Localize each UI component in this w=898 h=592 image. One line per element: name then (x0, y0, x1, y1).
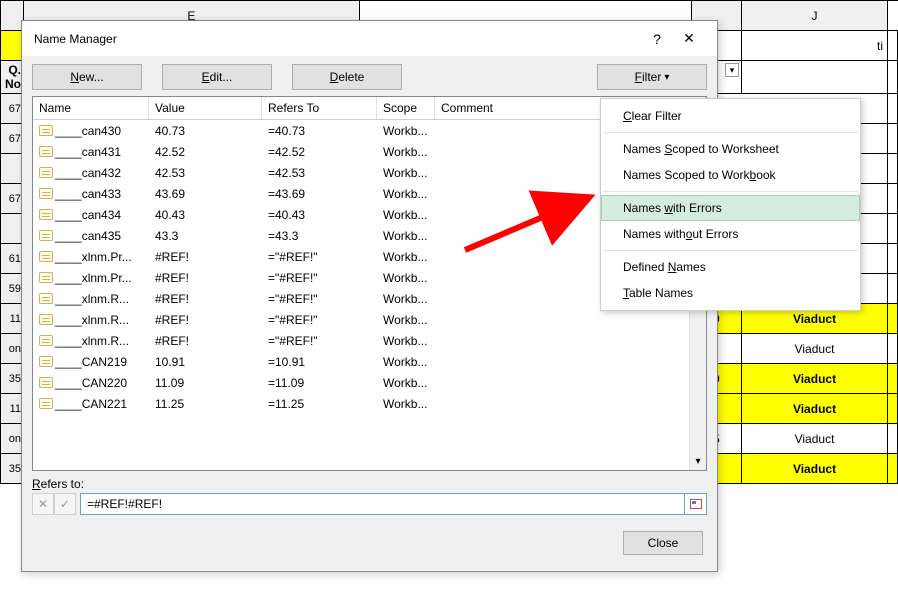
table-row[interactable]: ____CAN22011.09=11.09Workb... (33, 372, 706, 393)
col-header[interactable]: J (742, 1, 888, 31)
dropdown-icon[interactable]: ▾ (725, 63, 739, 77)
filter-menu: Clear Filter Names Scoped to Worksheet N… (600, 98, 861, 311)
new-button[interactable]: New... (32, 64, 142, 90)
titlebar[interactable]: Name Manager ? ✕ (22, 21, 717, 56)
menu-scoped-workbook[interactable]: Names Scoped to Workbook (601, 162, 860, 188)
refers-to-input[interactable] (80, 493, 685, 515)
name-icon (39, 251, 53, 262)
caret-down-icon: ▾ (664, 72, 669, 83)
menu-defined-names[interactable]: Defined Names (601, 254, 860, 280)
col-refers[interactable]: Refers To (262, 97, 377, 119)
scroll-down-icon[interactable]: ▾ (690, 453, 706, 470)
close-icon[interactable]: ✕ (673, 30, 705, 47)
range-picker-icon (690, 499, 702, 509)
delete-button[interactable]: Delete (292, 64, 402, 90)
refers-to-label: Refers to: (32, 477, 707, 491)
col-scope[interactable]: Scope (377, 97, 435, 119)
name-icon (39, 398, 53, 409)
menu-clear-filter[interactable]: Clear Filter (601, 103, 860, 129)
name-icon (39, 335, 53, 346)
col-name[interactable]: Name (33, 97, 149, 119)
edit-button[interactable]: Edit... (162, 64, 272, 90)
name-icon (39, 377, 53, 388)
table-row[interactable]: ____CAN22111.25=11.25Workb... (33, 393, 706, 414)
filter-button[interactable]: Filter▾ (597, 64, 707, 90)
name-icon (39, 272, 53, 283)
close-button[interactable]: Close (623, 531, 703, 555)
cancel-edit-icon: ✕ (32, 493, 54, 515)
commit-edit-icon: ✓ (54, 493, 76, 515)
table-row[interactable]: ____CAN21910.91=10.91Workb... (33, 351, 706, 372)
name-icon (39, 167, 53, 178)
name-icon (39, 146, 53, 157)
menu-names-with-errors[interactable]: Names with Errors (601, 195, 860, 221)
range-picker-button[interactable] (685, 493, 707, 515)
dialog-title: Name Manager (34, 32, 641, 46)
name-icon (39, 293, 53, 304)
table-row[interactable]: ____xlnm.R...#REF!="#REF!"Workb... (33, 309, 706, 330)
menu-table-names[interactable]: Table Names (601, 280, 860, 306)
name-icon (39, 188, 53, 199)
col-value[interactable]: Value (149, 97, 262, 119)
name-icon (39, 125, 53, 136)
table-row[interactable]: ____xlnm.R...#REF!="#REF!"Workb... (33, 330, 706, 351)
name-icon (39, 314, 53, 325)
name-icon (39, 209, 53, 220)
menu-names-without-errors[interactable]: Names without Errors (601, 221, 860, 247)
menu-scoped-worksheet[interactable]: Names Scoped to Worksheet (601, 136, 860, 162)
help-button[interactable]: ? (641, 31, 673, 47)
toolbar: New... Edit... Delete Filter▾ (22, 56, 717, 92)
name-icon (39, 356, 53, 367)
name-icon (39, 230, 53, 241)
